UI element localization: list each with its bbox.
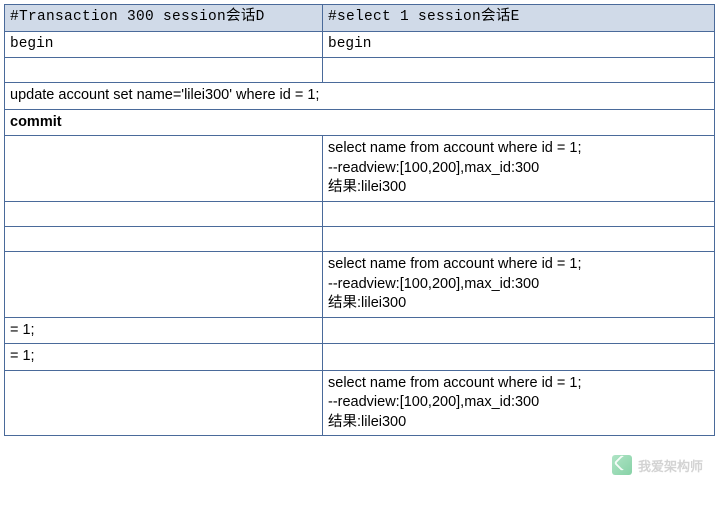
cell-empty [323,58,715,83]
table-row [5,58,715,83]
transaction-table: #Transaction 300 session会话D #select 1 se… [4,4,715,436]
cell-select-result-3: select name from account where id = 1; -… [323,370,715,436]
cell-select-result-1: select name from account where id = 1; -… [323,136,715,202]
table-row: update account set name='lilei300' where… [5,83,715,110]
header-col-e: #select 1 session会话E [323,5,715,32]
table-row: = 1; [5,344,715,371]
header-col-d: #Transaction 300 session会话D [5,5,323,32]
table-row: = 1; [5,317,715,344]
cell-empty [5,226,323,251]
table-row [5,201,715,226]
cell-truncated-1: = 1; [5,317,323,344]
cell-select-result-2: select name from account where id = 1; -… [323,251,715,317]
cell-truncated-2: = 1; [5,344,323,371]
watermark: 我爱架构师 [612,455,703,475]
cell-empty [323,201,715,226]
cell-begin-d: begin [5,31,323,58]
table-row: select name from account where id = 1; -… [5,370,715,436]
cell-empty [5,201,323,226]
table-row [5,226,715,251]
cell-empty [323,226,715,251]
cell-begin-e: begin [323,31,715,58]
table-row: begin begin [5,31,715,58]
cell-empty [323,317,715,344]
wechat-icon [612,455,632,475]
cell-empty [5,58,323,83]
cell-empty [5,251,323,317]
table-row: commit [5,109,715,136]
table-row: select name from account where id = 1; -… [5,136,715,202]
cell-empty [5,136,323,202]
cell-update-span: update account set name='lilei300' where… [5,83,715,110]
header-row: #Transaction 300 session会话D #select 1 se… [5,5,715,32]
watermark-text: 我爱架构师 [638,456,703,475]
cell-empty [5,370,323,436]
cell-empty [323,344,715,371]
cell-commit-span: commit [5,109,715,136]
table-row: select name from account where id = 1; -… [5,251,715,317]
